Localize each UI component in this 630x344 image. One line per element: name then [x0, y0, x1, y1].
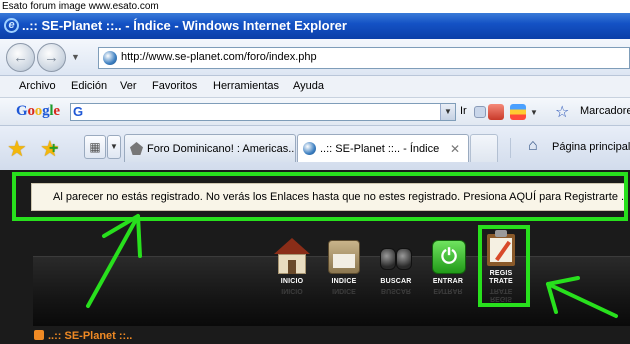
forum-title[interactable]: ..:: SE-Planet ::.. [48, 330, 132, 342]
google-search-dropdown-icon[interactable]: ▼ [440, 104, 455, 120]
menu-edicion[interactable]: Edición [71, 80, 107, 92]
google-popup-blocker-icon[interactable] [510, 104, 526, 120]
close-tab-icon[interactable]: ✕ [450, 135, 460, 162]
google-logo: Google [16, 103, 60, 119]
google-go-button[interactable]: Ir [460, 105, 467, 117]
favorites-center-icon[interactable]: ★ [7, 136, 27, 162]
house-icon [272, 236, 312, 276]
forum-nav-label: INDICE [331, 278, 357, 285]
tabs-bar: ★ ★ + ▦ ▼ Foro Dominicano! : Americas... … [0, 126, 630, 170]
menu-ayuda[interactable]: Ayuda [293, 80, 324, 92]
forum-nav-reflection: BUSCAR [381, 287, 411, 294]
address-bar[interactable]: http://www.se-planet.com/foro/index.php [98, 47, 630, 69]
add-favorite-icon[interactable]: ★ + [40, 136, 60, 162]
new-tab-button[interactable] [470, 134, 498, 162]
page-content: Al parecer no estás registrado. No verás… [0, 170, 630, 344]
home-button[interactable]: Página principal [552, 141, 630, 153]
tab-favicon-icon [130, 142, 143, 155]
menu-herramientas[interactable]: Herramientas [213, 80, 279, 92]
forum-nav-buscar[interactable]: BUSCAR BUSCAR [374, 236, 418, 294]
forum-nav-label: INICIO [280, 278, 304, 285]
forum-nav-indice[interactable]: INDICE INDICE [322, 236, 366, 294]
forum-nav-reflection: INICIO [281, 287, 303, 294]
tab-se-planet[interactable]: ..:: SE-Planet ::.. - Índice ✕ [297, 134, 469, 162]
highlight-box-register [478, 225, 530, 307]
navigation-bar: ← → ▼ http://www.se-planet.com/foro/inde… [0, 39, 630, 76]
tab-favicon-icon [303, 142, 316, 155]
forum-nav-reflection: ENTRAR [433, 287, 463, 294]
menu-ver[interactable]: Ver [120, 80, 137, 92]
bookmarks-star-icon[interactable]: ☆ [555, 102, 569, 122]
ie-logo-icon: e [4, 18, 19, 33]
tab-label: Foro Dominicano! : Americas... [147, 143, 296, 155]
source-banner: Esato forum image www.esato.com [0, 0, 630, 13]
window-titlebar: e ..:: SE-Planet ::.. - Índice - Windows… [0, 13, 630, 39]
quick-tabs-icon[interactable]: ▦ [84, 135, 106, 159]
power-icon: ⏻ [428, 236, 468, 276]
forum-nav-inicio[interactable]: INICIO INICIO [270, 236, 314, 294]
page-favicon-icon [103, 51, 117, 65]
window-title: ..:: SE-Planet ::.. - Índice - Windows I… [22, 18, 347, 33]
google-pagerank-icon[interactable] [488, 104, 504, 120]
forum-nav-reflection: INDICE [332, 287, 356, 294]
history-dropdown-icon[interactable]: ▼ [71, 52, 80, 62]
tab-list-dropdown-icon[interactable]: ▼ [107, 135, 121, 159]
google-toolbar: Google G ▼ Ir ▼ ☆ Marcadores [0, 98, 630, 126]
arrow-head-notice [102, 214, 142, 258]
google-options-icon[interactable] [474, 106, 486, 118]
google-g-icon: G [73, 104, 84, 119]
google-options-dropdown-icon[interactable]: ▼ [530, 108, 538, 117]
index-box-icon [324, 236, 364, 276]
forum-folder-icon [34, 330, 44, 340]
menu-favoritos[interactable]: Favoritos [152, 80, 197, 92]
home-icon[interactable]: ⌂ [528, 137, 538, 155]
highlight-box-notice [12, 172, 628, 221]
forum-nav-entrar[interactable]: ⏻ ENTRAR ENTRAR [426, 236, 470, 294]
tab-label: ..:: SE-Planet ::.. - Índice [320, 143, 440, 155]
address-input[interactable]: http://www.se-planet.com/foro/index.php [121, 51, 317, 63]
forum-nav-label: ENTRAR [432, 278, 464, 285]
menu-archivo[interactable]: Archivo [19, 80, 56, 92]
binoculars-icon [376, 236, 416, 276]
command-bar-divider [510, 138, 514, 158]
menu-bar: Archivo Edición Ver Favoritos Herramient… [0, 76, 630, 98]
tab-foro-dominicano[interactable]: Foro Dominicano! : Americas... [124, 134, 296, 162]
bookmarks-button[interactable]: Marcadores [580, 105, 630, 117]
back-button[interactable]: ← [6, 43, 35, 72]
forum-nav-label: BUSCAR [380, 278, 412, 285]
google-search-input[interactable]: G ▼ [70, 103, 456, 121]
forward-button[interactable]: → [37, 43, 66, 72]
